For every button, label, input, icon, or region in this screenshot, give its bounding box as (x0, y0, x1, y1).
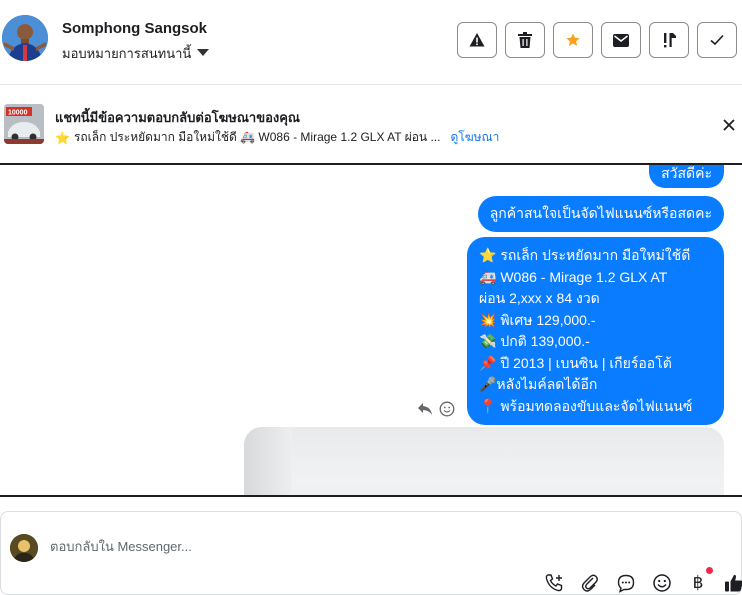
message-hover-tools (417, 401, 455, 417)
reply-input[interactable] (50, 539, 650, 554)
conversation-header: Somphong Sangsok มอบหมายการสนทนานี้ (0, 0, 742, 85)
mail-icon (613, 33, 629, 47)
react-emoji-icon[interactable] (439, 401, 455, 417)
contact-avatar[interactable] (2, 15, 48, 61)
ad-banner-subtitle: รถเล็ก ประหยัดมาก มือใหม่ใช้ดี 🚑 W086 - … (73, 130, 441, 144)
message-line: 💥 พิเศษ 129,000.- (479, 311, 596, 328)
payment-button[interactable]: ฿ (687, 567, 713, 594)
message-line: 🎤หลังไมค์ลดได้อีก (479, 376, 598, 392)
baht-icon: ฿ (692, 573, 704, 592)
message-line: 🚑 W086 - Mirage 1.2 GLX AT (479, 268, 668, 285)
ad-thumb-price: 10000 (8, 110, 28, 117)
close-banner-button[interactable] (720, 116, 738, 134)
composer-box: ฿ (0, 511, 742, 595)
message-line: 📍 พร้อมทดลองขับและจัดไฟแนนซ์ (479, 397, 693, 414)
assign-conversation-dropdown[interactable]: มอบหมายการสนทนานี้ (62, 43, 210, 64)
message-line: ⭐ รถเล็ก ประหยัดมาก มือใหม่ใช้ดี (479, 247, 691, 263)
follow-up-icon (664, 33, 676, 48)
phone-add-icon (545, 574, 563, 592)
ad-banner-subtitle-row: ⭐ รถเล็ก ประหยัดมาก มือใหม่ใช้ดี 🚑 W086 … (55, 128, 499, 147)
composer-toolbar: ฿ (543, 567, 742, 594)
delete-button[interactable] (505, 22, 545, 58)
message-bubble[interactable]: สวัสดีค่ะ (649, 165, 724, 188)
contact-name[interactable]: Somphong Sangsok (62, 20, 207, 37)
trash-icon (518, 32, 532, 48)
call-button[interactable] (543, 572, 565, 594)
message-bubble[interactable]: ลูกค้าสนใจเป็นจัดไฟแนนซ์หรือสดคะ (477, 196, 724, 232)
follow-up-button[interactable] (649, 22, 689, 58)
check-icon (710, 34, 724, 46)
mark-done-button[interactable] (697, 22, 737, 58)
caret-down-icon (197, 49, 210, 56)
ad-reply-banner: 10000 แชทนี้มีข้อความตอบกลับต่อโฆษณาของค… (0, 85, 742, 165)
like-button[interactable] (723, 572, 742, 594)
star-button[interactable] (553, 22, 593, 58)
ad-message-bubble[interactable]: ⭐ รถเล็ก ประหยัดมาก มือใหม่ใช้ดี 🚑 W086 … (467, 237, 724, 425)
message-line: ผ่อน 2,xxx x 84 งวด (479, 290, 600, 306)
warning-icon (469, 33, 485, 47)
thumbs-up-icon (725, 574, 742, 592)
notification-dot (706, 567, 713, 574)
attach-button[interactable] (579, 572, 601, 594)
ad-thumbnail[interactable]: 10000 (4, 104, 44, 144)
assign-label: มอบหมายการสนทนานี้ (62, 46, 192, 61)
reply-icon[interactable] (417, 402, 433, 416)
paperclip-icon (581, 574, 598, 592)
mark-unread-button[interactable] (601, 22, 641, 58)
mark-spam-button[interactable] (457, 22, 497, 58)
message-line: 📌 ปี 2013 | เบนซิน | เกียร์ออโต้ (479, 354, 672, 371)
image-shading (244, 427, 292, 495)
conversation-actions (457, 22, 737, 58)
image-attachment[interactable] (244, 427, 724, 495)
star-icon: ⭐ (55, 130, 70, 145)
message-line: 💸 ปกติ 139,000.- (479, 333, 590, 349)
emoji-icon (653, 574, 671, 592)
saved-replies-button[interactable] (615, 572, 637, 594)
star-icon (566, 33, 580, 46)
ad-banner-title: แชทนี้มีข้อความตอบกลับต่อโฆษณาของคุณ (55, 110, 300, 125)
close-icon (723, 119, 735, 131)
chat-bubble-icon (617, 574, 635, 593)
message-thread[interactable]: สวัสดีค่ะ ลูกค้าสนใจเป็นจัดไฟแนนซ์หรือสด… (0, 165, 742, 497)
reply-composer: ฿ (0, 497, 742, 595)
view-ad-link[interactable]: ดูโฆษณา (450, 128, 499, 147)
emoji-button[interactable] (651, 572, 673, 594)
page-avatar (10, 534, 38, 562)
